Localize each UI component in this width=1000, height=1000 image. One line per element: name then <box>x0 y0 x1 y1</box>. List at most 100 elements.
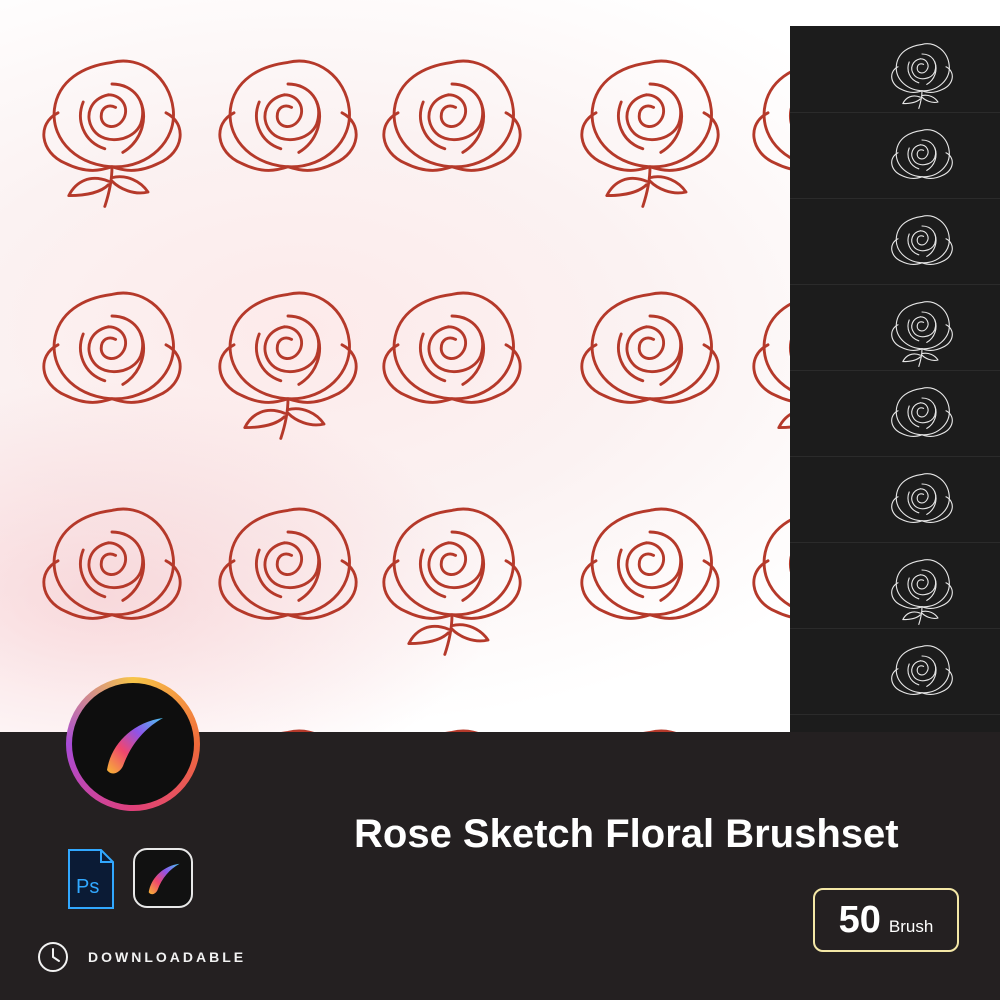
rose-stroke <box>907 319 920 342</box>
rose-stroke <box>625 314 682 374</box>
rose-illustration <box>22 30 202 215</box>
brush-thumbnail[interactable] <box>790 284 1000 371</box>
rose-stroke <box>67 176 110 198</box>
rose-illustration <box>362 478 542 663</box>
rose-stroke <box>52 507 175 617</box>
rose-stroke <box>255 100 283 151</box>
brush-thumbnail[interactable] <box>790 542 1000 629</box>
rose-stroke <box>275 325 304 360</box>
rose-stroke <box>439 93 468 128</box>
rose-stroke <box>895 129 950 178</box>
rose-stroke <box>895 301 950 350</box>
rose-stroke <box>407 624 450 646</box>
brush-thumbnail[interactable] <box>790 628 1000 715</box>
rose-illustration <box>362 30 542 215</box>
rose-stroke <box>911 225 937 252</box>
rose-stroke <box>921 352 939 361</box>
rose-stroke <box>637 93 666 128</box>
brush-thumbnail[interactable] <box>790 26 1000 113</box>
rose-stroke <box>439 325 468 360</box>
rose-stroke <box>637 541 666 576</box>
rose-stroke <box>911 311 937 338</box>
rose-stroke <box>427 530 484 590</box>
rose-stroke <box>79 548 107 599</box>
rose-stroke <box>637 325 666 360</box>
brush-thumbnail[interactable] <box>790 198 1000 285</box>
rose-stroke <box>921 94 939 103</box>
rose-stroke <box>419 332 447 383</box>
rose-illustration <box>198 478 378 663</box>
rose-stroke <box>590 291 713 401</box>
rose-stroke <box>911 397 937 424</box>
rose-stroke <box>228 507 351 617</box>
rose-stroke <box>902 95 921 105</box>
brush-library-panel <box>790 26 1000 732</box>
procreate-logo-icon <box>66 677 200 811</box>
rose-illustration <box>560 30 740 215</box>
brush-thumbnail[interactable] <box>790 456 1000 543</box>
procreate-icon <box>133 848 193 908</box>
rose-stroke <box>450 623 490 643</box>
rose-stroke <box>895 645 950 694</box>
rose-stroke <box>895 43 950 92</box>
rose-stroke <box>275 541 304 576</box>
rose-stroke <box>419 100 447 151</box>
rose-stroke <box>921 610 939 619</box>
rose-stroke <box>255 332 283 383</box>
rose-stroke <box>895 215 950 264</box>
rose-illustration <box>560 478 740 663</box>
rose-stroke <box>286 407 326 427</box>
rose-stroke <box>907 577 920 600</box>
rose-stroke <box>895 387 950 436</box>
rose-stroke <box>907 663 920 686</box>
rose-stroke <box>625 530 682 590</box>
rose-stroke <box>590 59 713 169</box>
rose-stroke <box>916 144 929 160</box>
rose-stroke <box>911 569 937 596</box>
rose-stroke <box>648 175 688 195</box>
brush-thumbnail[interactable] <box>790 370 1000 457</box>
rose-stroke <box>907 61 920 84</box>
rose-stroke <box>617 548 645 599</box>
rose-stroke <box>110 175 150 195</box>
rose-stroke <box>907 405 920 428</box>
rose-illustration <box>362 262 542 447</box>
brush-count-unit: Brush <box>888 917 934 936</box>
rose-stroke <box>902 611 921 621</box>
rose-stroke <box>907 233 920 256</box>
rose-stroke <box>52 291 175 401</box>
rose-stroke <box>419 548 447 599</box>
rose-stroke <box>99 541 128 576</box>
rose-stroke <box>916 488 929 504</box>
rose-illustration <box>362 700 542 732</box>
rose-stroke <box>916 316 929 332</box>
rose-stroke <box>625 82 682 142</box>
rose-stroke <box>911 139 937 166</box>
rose-stroke <box>439 541 468 576</box>
rose-stroke <box>263 82 320 142</box>
rose-stroke <box>243 408 286 430</box>
brush-count-badge: 50 Brush <box>813 888 959 952</box>
rose-stroke <box>427 314 484 374</box>
rose-stroke <box>87 314 144 374</box>
rose-stroke <box>907 147 920 170</box>
rose-stroke <box>99 93 128 128</box>
rose-stroke <box>79 332 107 383</box>
rose-grid <box>0 0 892 732</box>
rose-stroke <box>911 483 937 510</box>
rose-illustration <box>198 700 378 732</box>
rose-stroke <box>605 176 648 198</box>
brush-thumbnail[interactable] <box>790 112 1000 199</box>
rose-stroke <box>895 473 950 522</box>
rose-stroke <box>392 59 515 169</box>
rose-illustration <box>560 262 740 447</box>
rose-stroke <box>895 559 950 608</box>
rose-stroke <box>916 402 929 418</box>
rose-stroke <box>275 93 304 128</box>
rose-stroke <box>916 230 929 246</box>
product-title: Rose Sketch Floral Brushset <box>354 812 899 856</box>
rose-stroke <box>911 53 937 80</box>
brush-count-number: 50 <box>838 898 881 941</box>
rose-stroke <box>590 507 713 617</box>
rose-stroke <box>79 100 107 151</box>
